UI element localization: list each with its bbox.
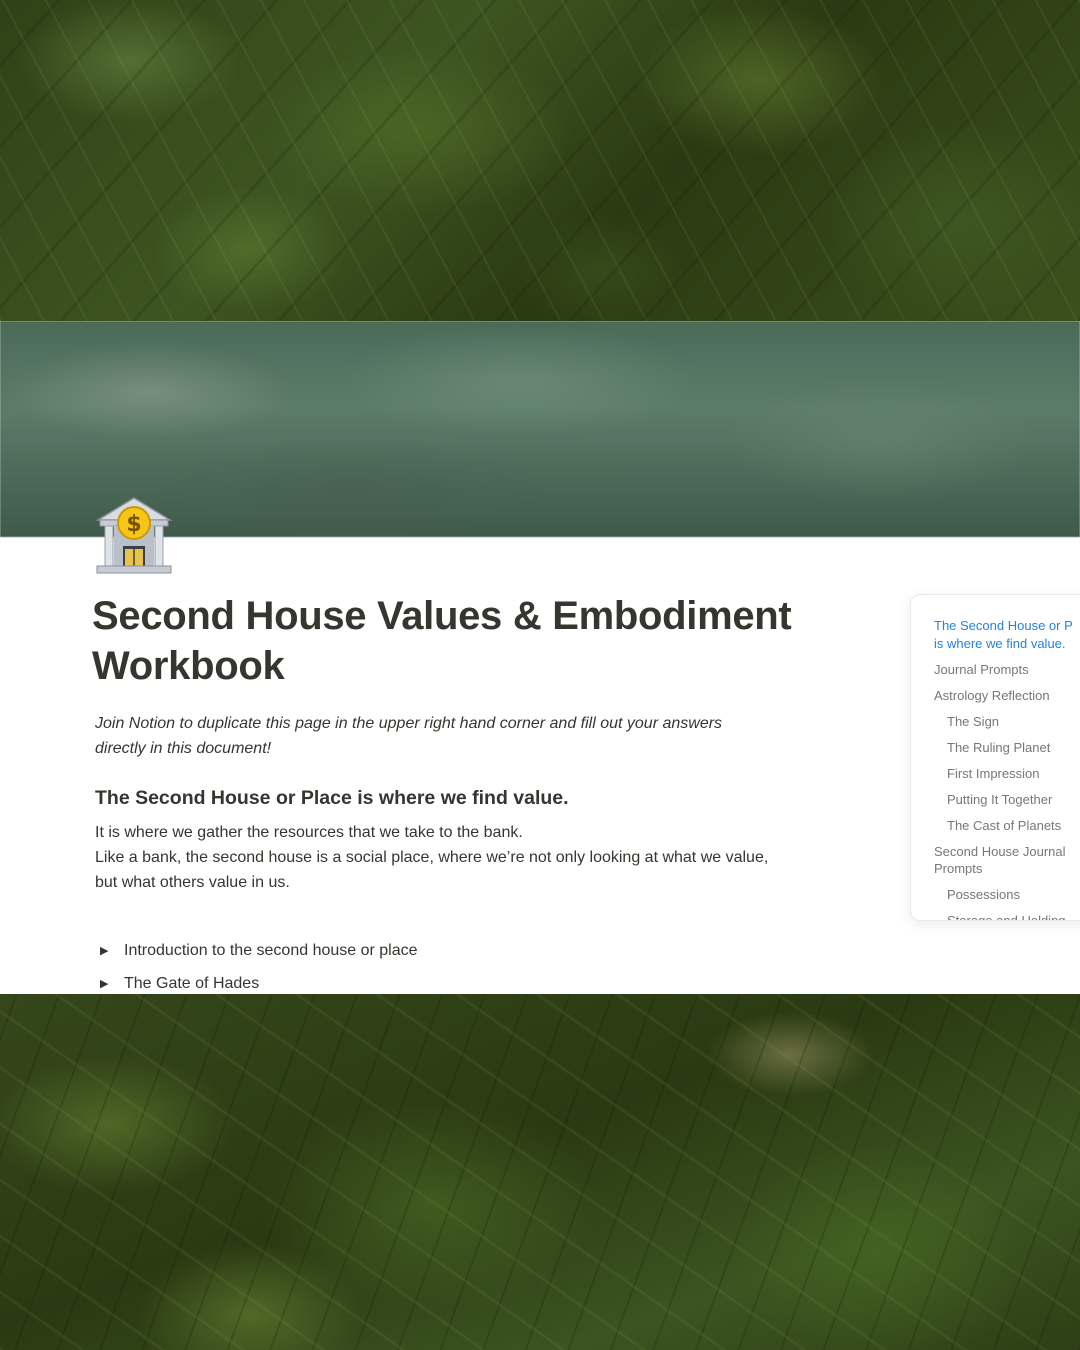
title-line-1: Second House Values & Embodiment bbox=[92, 594, 792, 638]
toc-item-label: The Cast of Planets bbox=[947, 817, 1062, 833]
toc-item-label: Astrology Reflection bbox=[934, 687, 1050, 703]
toc-item-label: Putting It Together bbox=[947, 791, 1053, 807]
toc-item-label: First Impression bbox=[947, 765, 1040, 781]
bank-dollar-icon[interactable]: $ bbox=[92, 494, 176, 578]
intro-line-2: directly in this document! bbox=[95, 740, 272, 757]
toc-item-ruling-planet[interactable]: The Ruling Planet bbox=[911, 739, 1080, 765]
toc-item-astrology-reflection[interactable]: Astrology Reflection bbox=[911, 687, 1080, 713]
toggle-introduction[interactable]: ▶ Introduction to the second house or pl… bbox=[100, 934, 800, 967]
table-of-contents: The Second House or P is where we find v… bbox=[910, 594, 1080, 921]
toggle-label: The Gate of Hades bbox=[124, 974, 260, 992]
toggle-list: ▶ Introduction to the second house or pl… bbox=[100, 934, 800, 994]
toc-item-storage-and-holding[interactable]: Storage and Holding bbox=[911, 912, 1080, 921]
title-line-2: Workbook bbox=[92, 644, 285, 688]
body-line-3: but what others value in us. bbox=[95, 874, 290, 891]
toc-item-second-house[interactable]: The Second House or P is where we find v… bbox=[911, 617, 1080, 661]
toggle-label: Introduction to the second house or plac… bbox=[124, 941, 418, 959]
toc-item-label: Prompts bbox=[934, 861, 983, 876]
toc-item-journal-prompts[interactable]: Journal Prompts bbox=[911, 661, 1080, 687]
page-title[interactable]: Second House Values & Embodiment Workboo… bbox=[92, 591, 852, 691]
toggle-gate-of-hades[interactable]: ▶ The Gate of Hades bbox=[100, 967, 800, 994]
toc-item-second-house-journal-prompts[interactable]: Second House Journal Prompts bbox=[911, 843, 1080, 887]
toc-item-label: is where we find value. bbox=[934, 635, 1066, 651]
background-foliage-bottom bbox=[0, 994, 1080, 1350]
toggle-triangle-icon[interactable]: ▶ bbox=[100, 944, 124, 957]
section-heading: The Second House or Place is where we fi… bbox=[95, 787, 569, 809]
toggle-triangle-icon[interactable]: ▶ bbox=[100, 977, 124, 990]
svg-text:$: $ bbox=[126, 512, 141, 537]
toc-item-possessions[interactable]: Possessions bbox=[911, 886, 1080, 912]
toc-item-label: The Second House or P bbox=[934, 618, 1073, 633]
toc-item-label: Possessions bbox=[947, 887, 1020, 902]
body-paragraph: It is where we gather the resources that… bbox=[95, 820, 815, 895]
background-foliage-top bbox=[0, 0, 1080, 321]
body-line-2: Like a bank, the second house is a socia… bbox=[95, 849, 769, 866]
toc-item-first-impression[interactable]: First Impression bbox=[911, 765, 1080, 791]
body-line-1: It is where we gather the resources that… bbox=[95, 824, 523, 841]
toc-item-cast-of-planets[interactable]: The Cast of Planets bbox=[911, 817, 1080, 843]
intro-line-1: Join Notion to duplicate this page in th… bbox=[95, 715, 723, 732]
intro-text: Join Notion to duplicate this page in th… bbox=[95, 711, 805, 761]
toc-item-the-sign[interactable]: The Sign bbox=[911, 713, 1080, 739]
toc-item-label: The Sign bbox=[947, 713, 1000, 729]
toc-item-label: Storage and Holding bbox=[947, 913, 1066, 921]
notion-page: $ Second House Values & Embodiment Workb… bbox=[0, 321, 1080, 994]
toc-item-label: Journal Prompts bbox=[934, 661, 1029, 677]
toc-item-label: Second House Journal bbox=[934, 843, 1066, 859]
toc-item-putting-it-together[interactable]: Putting It Together bbox=[911, 791, 1080, 817]
toc-item-label: The Ruling Planet bbox=[947, 739, 1051, 755]
